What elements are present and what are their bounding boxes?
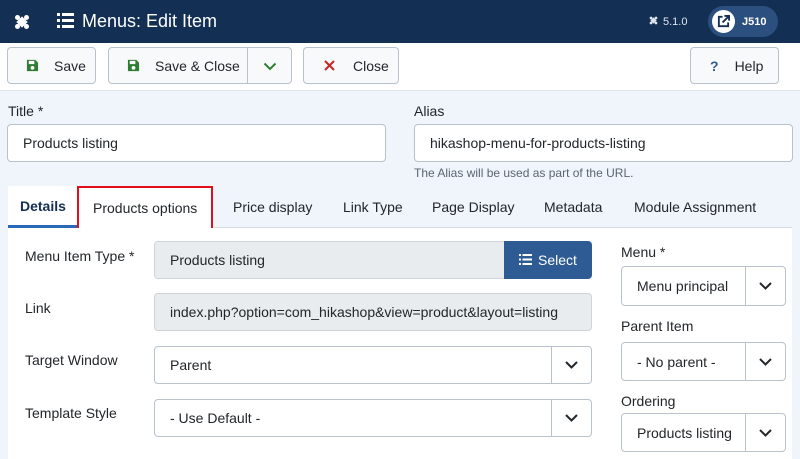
chevron-down-icon <box>263 58 277 74</box>
question-icon: ? <box>710 57 719 74</box>
save-label: Save <box>54 57 86 74</box>
alias-input[interactable]: hikashop-menu-for-products-listing <box>414 124 793 162</box>
save-icon <box>24 58 40 74</box>
user-name: J510 <box>742 15 767 28</box>
tab-page-display[interactable]: Page Display <box>432 186 515 228</box>
save-button[interactable]: Save <box>7 47 96 84</box>
help-label: Help <box>734 57 764 74</box>
close-button[interactable]: Close <box>303 47 399 84</box>
app-header: Menus: Edit Item 5.1.0 J510 <box>0 0 800 43</box>
ordering-select[interactable]: Products listing <box>621 413 786 452</box>
menu-value: Menu principal <box>637 278 729 294</box>
menu-label: Menu * <box>621 244 666 260</box>
select-type-button[interactable]: Select <box>504 241 592 279</box>
parent-item-value: - No parent - <box>637 353 716 370</box>
template-style-label: Template Style <box>25 405 117 421</box>
parent-item-label: Parent Item <box>621 318 694 334</box>
alias-hint: The Alias will be used as part of the UR… <box>414 166 634 180</box>
parent-item-select[interactable]: - No parent - <box>621 342 786 381</box>
tab-module-assignment[interactable]: Module Assignment <box>634 186 756 228</box>
close-icon <box>321 58 337 74</box>
user-menu-button[interactable]: J510 <box>708 6 778 37</box>
title-input[interactable]: Products listing <box>7 124 386 162</box>
list-icon <box>519 252 533 268</box>
target-window-select[interactable]: Parent <box>154 346 592 384</box>
save-close-button[interactable]: Save & Close <box>108 47 248 84</box>
toolbar: Save Save & Close Close ? Help <box>0 43 800 91</box>
chevron-down-icon <box>551 400 591 436</box>
chevron-down-icon <box>745 343 785 380</box>
joomla-small-icon <box>648 15 659 29</box>
template-style-select[interactable]: - Use Default - <box>154 399 592 437</box>
version-label: 5.1.0 <box>663 15 688 28</box>
list-icon <box>57 12 74 31</box>
target-window-label: Target Window <box>25 352 118 368</box>
tab-products-options[interactable]: Products options <box>77 186 214 230</box>
ordering-label: Ordering <box>621 393 676 409</box>
chevron-down-icon <box>745 414 785 451</box>
menu-item-type-label: Menu Item Type * <box>25 248 135 264</box>
page-title: Menus: Edit Item <box>82 11 218 31</box>
save-icon <box>125 58 141 74</box>
save-options-dropdown-button[interactable] <box>247 47 292 84</box>
tab-metadata[interactable]: Metadata <box>544 186 602 228</box>
select-label: Select <box>538 252 577 268</box>
chevron-down-icon <box>745 267 785 305</box>
tab-bar: Details Products options Price display L… <box>8 186 792 230</box>
menu-select[interactable]: Menu principal <box>621 266 786 306</box>
alias-label: Alias <box>414 103 445 119</box>
template-style-value: - Use Default - <box>170 410 261 426</box>
close-label: Close <box>353 57 389 74</box>
tab-price-display[interactable]: Price display <box>233 186 312 228</box>
page-title-group: Menus: Edit Item <box>57 0 217 43</box>
ordering-value: Products listing <box>637 424 732 441</box>
tab-details[interactable]: Details <box>8 186 78 228</box>
link-field: index.php?option=com_hikashop&view=produ… <box>154 293 592 331</box>
joomla-logo-icon[interactable] <box>0 0 43 43</box>
link-label: Link <box>25 300 51 316</box>
version-info[interactable]: 5.1.0 <box>648 0 687 43</box>
menu-item-type-field: Products listing <box>154 241 506 279</box>
title-label: Title * <box>8 103 44 119</box>
target-window-value: Parent <box>170 357 212 373</box>
help-button[interactable]: ? Help <box>690 47 779 84</box>
external-link-icon <box>712 10 735 33</box>
tab-link-type[interactable]: Link Type <box>343 186 403 228</box>
save-close-label: Save & Close <box>155 57 240 74</box>
chevron-down-icon <box>551 347 591 383</box>
